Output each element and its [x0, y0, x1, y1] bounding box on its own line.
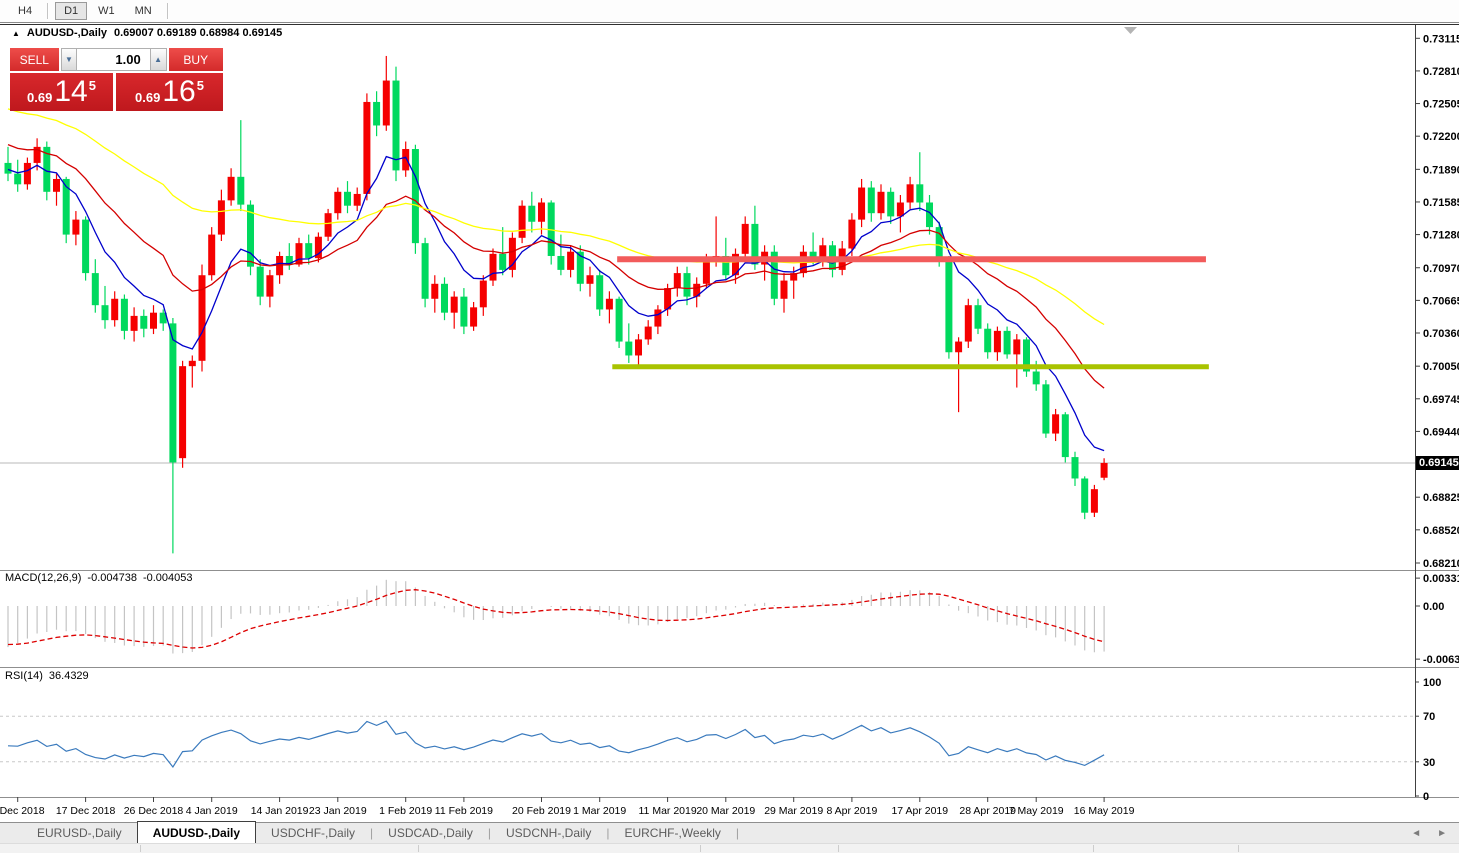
status-bar: [0, 843, 1459, 853]
timeframe-button-h4[interactable]: H4: [9, 2, 41, 20]
volume-decrease-button[interactable]: ▼: [60, 48, 78, 71]
chart-tab-audusd[interactable]: AUDUSD-,Daily: [136, 821, 257, 843]
svg-text:17 Dec 2018: 17 Dec 2018: [56, 805, 116, 817]
buy-price-display[interactable]: 0.69 16 5: [116, 73, 223, 111]
svg-text:0.68210: 0.68210: [1423, 558, 1459, 570]
chart-tab-eurchf[interactable]: EURCHF-,Weekly: [609, 823, 735, 843]
macd-value: -0.004738: [87, 572, 137, 584]
svg-text:4 Jan 2019: 4 Jan 2019: [186, 805, 238, 817]
status-pane-separator: [700, 845, 701, 852]
svg-text:26 Dec 2018: 26 Dec 2018: [124, 805, 184, 817]
chart-expand-icon[interactable]: ▲: [12, 29, 20, 38]
status-pane-separator: [1093, 845, 1094, 852]
svg-text:1 Feb 2019: 1 Feb 2019: [379, 805, 432, 817]
buy-button[interactable]: BUY: [168, 48, 223, 71]
sell-price-display[interactable]: 0.69 14 5: [10, 73, 113, 111]
svg-text:11 Mar 2019: 11 Mar 2019: [639, 805, 697, 817]
chart-tab-usdchf[interactable]: USDCHF-,Daily: [256, 823, 370, 843]
status-pane-separator: [140, 845, 141, 852]
svg-text:0: 0: [1423, 791, 1429, 803]
buy-price-big: 16: [162, 75, 196, 108]
svg-text:14 Jan 2019: 14 Jan 2019: [251, 805, 309, 817]
buy-price-pip: 5: [196, 78, 204, 93]
svg-text:0.68825: 0.68825: [1423, 492, 1459, 504]
svg-text:1 Mar 2019: 1 Mar 2019: [573, 805, 626, 817]
toolbar-separator: [166, 3, 169, 19]
svg-text:0.70360: 0.70360: [1423, 328, 1459, 340]
status-pane-separator: [418, 845, 419, 852]
one-click-trading-widget: SELL ▼ 1.00 ▲ BUY 0.69 14 5 0.69 16 5: [10, 48, 223, 111]
svg-text:0.68520: 0.68520: [1423, 525, 1459, 537]
svg-text:7 Dec 2018: 7 Dec 2018: [0, 805, 45, 817]
svg-text:0.00: 0.00: [1423, 601, 1444, 613]
current-price-label: 0.69145: [1416, 456, 1459, 470]
svg-text:100: 100: [1423, 677, 1441, 689]
svg-text:28 Apr 2019: 28 Apr 2019: [959, 805, 1016, 817]
sell-button[interactable]: SELL: [10, 48, 59, 71]
macd-label: MACD(12,26,9) -0.004738 -0.004053: [5, 572, 193, 584]
tab-separator: |: [735, 826, 740, 840]
price-chart[interactable]: 0.73115 0.72810 0.72505 0.72200 0.71890 0.715…: [0, 0, 1459, 822]
chart-ohlc-values: 0.69007 0.69189 0.68984 0.69145: [114, 27, 283, 39]
svg-text:23 Jan 2019: 23 Jan 2019: [309, 805, 367, 817]
svg-text:0.71280: 0.71280: [1423, 230, 1459, 242]
macd-signal-value: -0.004053: [142, 572, 193, 584]
sell-price-prefix: 0.69: [27, 89, 53, 105]
svg-text:29 Mar 2019: 29 Mar 2019: [764, 805, 823, 817]
chart-tab-usdcad[interactable]: USDCAD-,Daily: [373, 823, 488, 843]
chart-tab-bar: EURUSD-,Daily AUDUSD-,Daily USDCHF-,Daily |…: [0, 821, 1459, 843]
svg-text:0.72505: 0.72505: [1423, 99, 1459, 111]
sell-price-big: 14: [54, 75, 88, 108]
chart-symbol-period: AUDUSD-,Daily: [26, 27, 107, 39]
svg-text:70: 70: [1423, 711, 1435, 723]
svg-text:0.70970: 0.70970: [1423, 263, 1459, 275]
chart-tab-usdcnh[interactable]: USDCNH-,Daily: [491, 823, 606, 843]
rsi-name: RSI(14): [5, 670, 43, 682]
svg-text:20 Feb 2019: 20 Feb 2019: [512, 805, 571, 817]
rsi-label: RSI(14) 36.4329: [5, 670, 89, 682]
svg-text:0.71585: 0.71585: [1423, 197, 1459, 209]
svg-text:-0.006325: -0.006325: [1423, 654, 1459, 666]
svg-text:0.72200: 0.72200: [1423, 131, 1459, 143]
svg-text:17 Apr 2019: 17 Apr 2019: [891, 805, 948, 817]
svg-text:8 Apr 2019: 8 Apr 2019: [827, 805, 878, 817]
status-pane-separator: [1238, 845, 1239, 852]
svg-text:0.69745: 0.69745: [1423, 394, 1459, 406]
timeframe-button-w1[interactable]: W1: [89, 2, 124, 20]
timeframe-toolbar: H4 D1 W1 MN: [0, 0, 1459, 23]
svg-text:0.72810: 0.72810: [1423, 66, 1459, 78]
macd-name: MACD(12,26,9): [5, 572, 82, 584]
svg-text:0.69440: 0.69440: [1423, 426, 1459, 438]
tab-scroll-right-button[interactable]: ►: [1437, 828, 1447, 839]
svg-text:0.71890: 0.71890: [1423, 164, 1459, 176]
timeframe-button-d1[interactable]: D1: [55, 2, 88, 20]
volume-input[interactable]: 1.00: [77, 48, 150, 71]
svg-text:20 Mar 2019: 20 Mar 2019: [696, 805, 755, 817]
volume-increase-button[interactable]: ▲: [149, 48, 167, 71]
svg-text:7 May 2019: 7 May 2019: [1009, 805, 1064, 817]
svg-text:16 May 2019: 16 May 2019: [1074, 805, 1135, 817]
sell-price-pip: 5: [88, 78, 96, 93]
svg-text:11 Feb 2019: 11 Feb 2019: [435, 805, 493, 817]
svg-text:30: 30: [1423, 757, 1435, 769]
svg-text:0.70050: 0.70050: [1423, 361, 1459, 373]
chart-tab-eurusd[interactable]: EURUSD-,Daily: [22, 823, 137, 843]
svg-text:0.73115: 0.73115: [1423, 33, 1459, 45]
tab-scroll-left-button[interactable]: ◄: [1411, 828, 1421, 839]
buy-price-prefix: 0.69: [135, 89, 161, 105]
timeframe-button-mn[interactable]: MN: [126, 2, 161, 20]
chart-title: ▲ AUDUSD-,Daily 0.69007 0.69189 0.68984 …: [12, 27, 282, 39]
rsi-value: 36.4329: [48, 670, 89, 682]
toolbar-separator: [47, 3, 50, 19]
svg-text:0.003319: 0.003319: [1423, 573, 1459, 585]
svg-text:0.70665: 0.70665: [1423, 295, 1459, 307]
status-pane-separator: [838, 845, 839, 852]
